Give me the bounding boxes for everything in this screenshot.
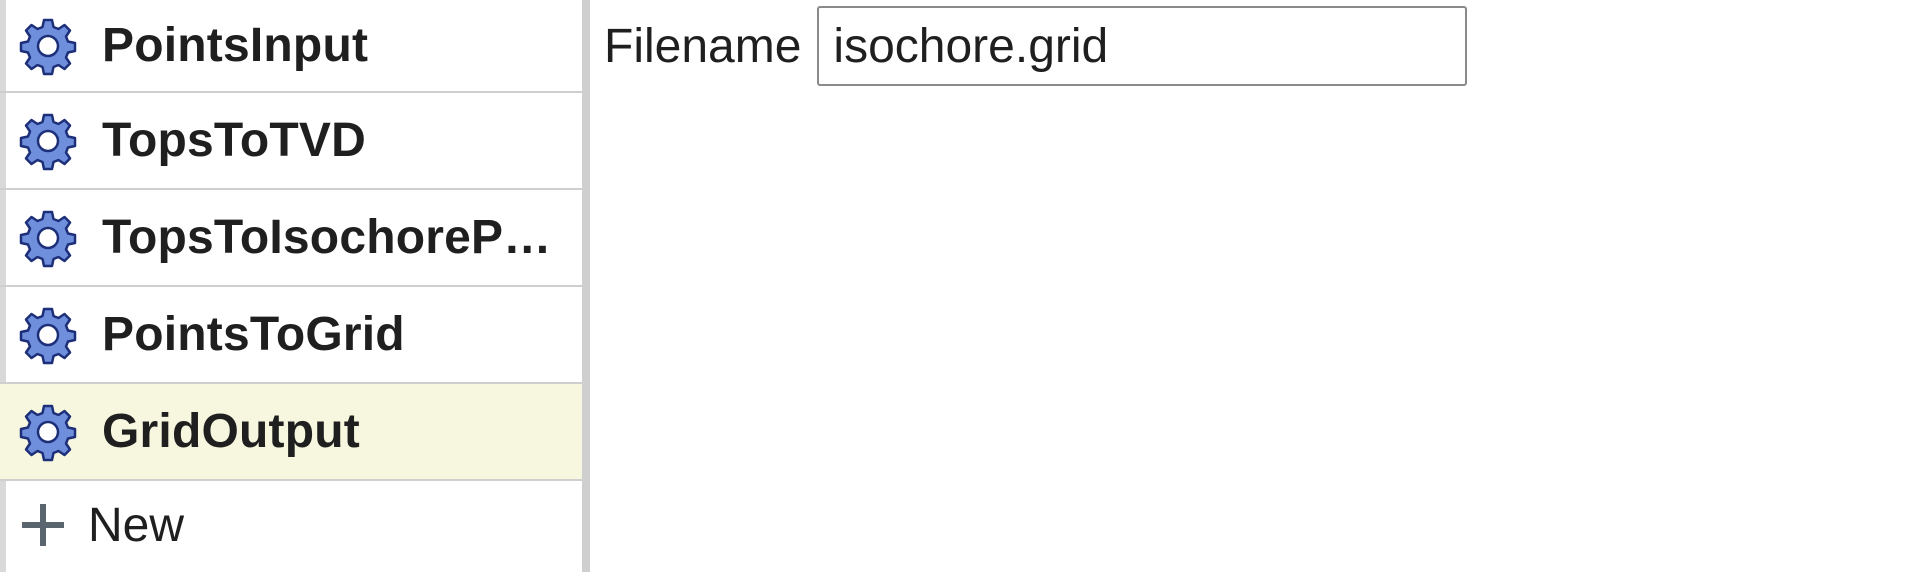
step-label: TopsToTVD bbox=[102, 114, 366, 167]
new-step-button[interactable]: New bbox=[0, 481, 582, 569]
gear-icon bbox=[19, 307, 77, 364]
gear-icon bbox=[19, 18, 77, 75]
app-window: PointsInput TopsToTVD TopsToIsochoreP… P… bbox=[0, 0, 1920, 572]
step-item-points-to-grid[interactable]: PointsToGrid bbox=[0, 287, 582, 384]
plus-icon bbox=[22, 504, 64, 546]
properties-panel: Filename bbox=[598, 0, 1920, 572]
step-label: PointsToGrid bbox=[102, 308, 405, 361]
filename-row: Filename bbox=[604, 6, 1468, 86]
gear-icon bbox=[19, 210, 77, 267]
step-item-points-input[interactable]: PointsInput bbox=[0, 0, 582, 93]
step-item-tops-to-tvd[interactable]: TopsToTVD bbox=[0, 93, 582, 190]
filename-label: Filename bbox=[604, 19, 802, 73]
gear-icon bbox=[19, 113, 77, 170]
step-item-grid-output[interactable]: GridOutput bbox=[0, 384, 582, 481]
step-label: PointsInput bbox=[102, 19, 369, 72]
step-label: TopsToIsochoreP… bbox=[102, 211, 552, 264]
new-step-label: New bbox=[88, 498, 185, 552]
gear-icon bbox=[19, 404, 77, 461]
step-label: GridOutput bbox=[102, 405, 360, 458]
step-list: PointsInput TopsToTVD TopsToIsochoreP… P… bbox=[0, 0, 582, 481]
filename-input[interactable] bbox=[817, 6, 1468, 86]
step-sidebar: PointsInput TopsToTVD TopsToIsochoreP… P… bbox=[0, 0, 590, 572]
step-item-tops-to-isochore[interactable]: TopsToIsochoreP… bbox=[0, 190, 582, 287]
